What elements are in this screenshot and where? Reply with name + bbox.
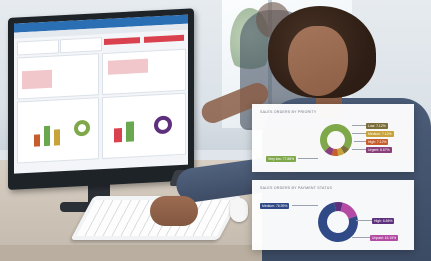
mini-bar xyxy=(54,129,60,146)
leader-line xyxy=(292,205,318,206)
payment-chart-card: SALES ORDERS BY PAYMENT STATUS Medium: 7… xyxy=(252,180,414,250)
legend-high: High: 7.12% xyxy=(366,139,389,145)
mini-bar xyxy=(114,128,122,143)
legend-high: High: 6.86% xyxy=(372,218,395,224)
mini-bar xyxy=(44,125,50,147)
dashboard-alert-tile xyxy=(144,34,184,43)
legend-very-low: Very low: 77.88% xyxy=(266,156,297,162)
leader-line xyxy=(352,237,370,238)
leader-line xyxy=(298,158,318,159)
legend-medium: Medium: 76.99% xyxy=(260,203,290,209)
dashboard-tile xyxy=(17,39,59,56)
legend-urgent: Urgent: 8.67% xyxy=(366,147,392,153)
monitor xyxy=(8,8,194,191)
dashboard-heat-tile xyxy=(22,69,52,90)
person-face xyxy=(288,26,348,96)
dashboard-heat-tile xyxy=(108,58,148,75)
leader-line xyxy=(356,220,372,221)
dashboard-panel xyxy=(102,92,186,160)
leader-line xyxy=(352,149,366,150)
person-hand xyxy=(150,196,198,226)
legend-unpaid: Unpaid: 16.15% xyxy=(370,235,399,241)
dashboard-alert-tile xyxy=(104,37,140,45)
legend-medium: Medium: 7.12% xyxy=(366,131,394,137)
legend-low: Low: 7.12% xyxy=(366,123,388,129)
priority-chart-card: SALES ORDERS BY PRIORITY Low: 7.12% Medi… xyxy=(252,104,414,172)
leader-line xyxy=(352,133,366,134)
mouse xyxy=(230,198,248,222)
dashboard-screen xyxy=(14,14,188,174)
mini-bar xyxy=(126,121,134,142)
dashboard-tile xyxy=(60,37,102,54)
leader-line xyxy=(354,141,366,142)
mini-bar xyxy=(34,134,40,147)
leader-line xyxy=(352,125,366,126)
photo-scene: SALES ORDERS BY PRIORITY Low: 7.12% Medi… xyxy=(0,0,431,261)
donut-slice xyxy=(340,202,358,219)
donut-slice xyxy=(320,124,352,152)
